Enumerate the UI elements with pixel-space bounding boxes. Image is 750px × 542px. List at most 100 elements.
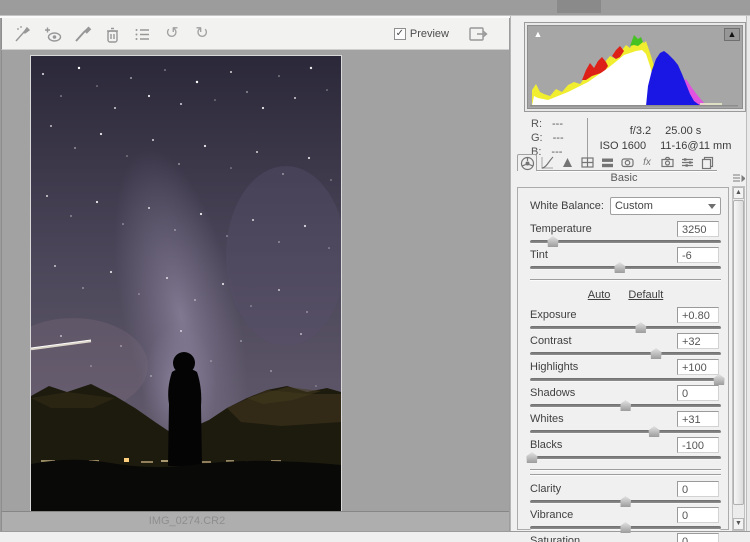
saturation-value-input[interactable]: 0 — [677, 533, 719, 542]
g-value: --- — [553, 132, 564, 144]
white-balance-select[interactable]: Custom — [610, 197, 721, 215]
rotate-cw-icon[interactable]: ↻ — [190, 22, 214, 46]
slider-vibrance: Vibrance 0 — [530, 509, 721, 534]
slider-label: Temperature — [530, 223, 592, 235]
chevron-down-icon — [708, 204, 716, 209]
slider-thumb[interactable] — [649, 426, 660, 437]
rotate-ccw-icon[interactable]: ↺ — [160, 22, 184, 46]
tab-split-toning[interactable] — [597, 154, 617, 171]
vibrance-value-input[interactable]: 0 — [677, 507, 719, 523]
filename-bar: IMG_0274.CR2 — [1, 511, 509, 531]
scrollbar-up-icon[interactable]: ▲ — [733, 187, 744, 199]
slider-blacks: Blacks -100 — [530, 439, 721, 464]
photo-preview[interactable] — [30, 55, 342, 512]
slider-label: Saturation — [530, 535, 580, 542]
tint-value-input[interactable]: -6 — [677, 247, 719, 263]
auto-default-links: Auto Default — [530, 289, 721, 305]
slider-label: Blacks — [530, 439, 562, 451]
slider-shadows: Shadows 0 — [530, 387, 721, 412]
slider-label: Shadows — [530, 387, 575, 399]
white-balance-label: White Balance: — [530, 200, 604, 212]
blacks-value-input[interactable]: -100 — [677, 437, 719, 453]
slider-label: Highlights — [530, 361, 578, 373]
slider-track[interactable] — [530, 404, 721, 408]
scrollbar-down-icon[interactable]: ▼ — [733, 518, 744, 530]
contrast-value-input[interactable]: +32 — [677, 333, 719, 349]
slider-thumb[interactable] — [620, 400, 631, 411]
auto-link[interactable]: Auto — [588, 289, 611, 301]
slider-thumb[interactable] — [635, 322, 646, 333]
slider-temperature: Temperature 3250 — [530, 223, 721, 248]
slider-thumb[interactable] — [620, 522, 631, 533]
whites-value-input[interactable]: +31 — [677, 411, 719, 427]
tab-basic[interactable] — [517, 154, 537, 171]
tab-effects[interactable]: fx — [637, 154, 657, 171]
toggle-fullscreen-icon[interactable] — [467, 22, 491, 46]
slider-whites: Whites +31 — [530, 413, 721, 438]
slider-track[interactable] — [530, 456, 721, 460]
shadow-clipping-icon[interactable]: ▲ — [530, 28, 546, 41]
highlight-clipping-icon[interactable]: ▲ — [724, 28, 740, 41]
slider-track[interactable] — [530, 240, 721, 244]
adjustment-brush-icon[interactable] — [70, 22, 94, 46]
slider-label: Vibrance — [530, 509, 573, 521]
trash-icon[interactable] — [100, 22, 124, 46]
slider-thumb[interactable] — [714, 374, 725, 385]
slider-exposure: Exposure +0.80 — [530, 309, 721, 334]
exposure-value-input[interactable]: +0.80 — [677, 307, 719, 323]
iso-value: ISO 1600 — [600, 140, 646, 152]
slider-track[interactable] — [530, 526, 721, 530]
aperture-value: f/3.2 — [630, 125, 651, 137]
slider-thumb[interactable] — [547, 236, 558, 247]
slider-thumb[interactable] — [651, 348, 662, 359]
slider-thumb[interactable] — [620, 496, 631, 507]
tab-detail[interactable] — [557, 154, 577, 171]
preview-area: ✓ Preview — [394, 18, 491, 50]
slider-track[interactable] — [530, 326, 721, 330]
slider-thumb[interactable] — [614, 262, 625, 273]
clarity-value-input[interactable]: 0 — [677, 481, 719, 497]
white-balance-value: Custom — [615, 200, 653, 212]
slider-saturation: Saturation 0 — [530, 535, 721, 542]
slider-track[interactable] — [530, 430, 721, 434]
scrollbar-thumb[interactable] — [733, 200, 744, 505]
slider-thumb[interactable] — [526, 452, 537, 463]
slider-track[interactable] — [530, 266, 721, 270]
slider-track[interactable] — [530, 352, 721, 356]
tab-snapshots[interactable] — [697, 154, 717, 171]
panel-menu-icon[interactable] — [731, 172, 746, 184]
image-canvas[interactable] — [1, 50, 509, 511]
preview-checkbox-group[interactable]: ✓ Preview — [394, 28, 449, 40]
panel-scrollbar[interactable]: ▲ ▼ — [732, 186, 745, 531]
tab-hsl-grayscale[interactable] — [577, 154, 597, 171]
shadows-value-input[interactable]: 0 — [677, 385, 719, 401]
r-value: --- — [552, 118, 563, 130]
camera-raw-window: ↺ ↻ ✓ Preview — [0, 0, 750, 542]
preview-checkbox[interactable]: ✓ — [394, 28, 406, 40]
lens-value: 11-16@11 mm — [660, 140, 731, 152]
menu-list-icon[interactable] — [130, 22, 154, 46]
default-link[interactable]: Default — [628, 289, 663, 301]
slider-tint: Tint -6 — [530, 249, 721, 274]
highlights-value-input[interactable]: +100 — [677, 359, 719, 375]
histogram-plot: ▲ ▲ — [527, 25, 743, 109]
panel-title: Basic — [517, 172, 731, 187]
background-window-fragment — [557, 0, 601, 13]
slider-contrast: Contrast +32 — [530, 335, 721, 360]
tab-lens-corrections[interactable] — [617, 154, 637, 171]
slider-track[interactable] — [530, 378, 721, 382]
tool-buttons: ↺ ↻ — [2, 22, 214, 46]
tab-presets[interactable] — [677, 154, 697, 171]
slider-track[interactable] — [530, 500, 721, 504]
temperature-value-input[interactable]: 3250 — [677, 221, 719, 237]
tab-camera-calibration[interactable] — [657, 154, 677, 171]
section-divider — [530, 279, 721, 281]
shutter-value: 25.00 s — [665, 125, 701, 137]
section-divider — [530, 469, 721, 475]
red-eye-icon[interactable] — [40, 22, 64, 46]
tab-tone-curve[interactable] — [537, 154, 557, 171]
histogram: ▲ ▲ — [524, 22, 746, 112]
window-chrome-right — [746, 16, 750, 531]
spot-removal-icon[interactable] — [10, 22, 34, 46]
foreground — [31, 460, 341, 511]
